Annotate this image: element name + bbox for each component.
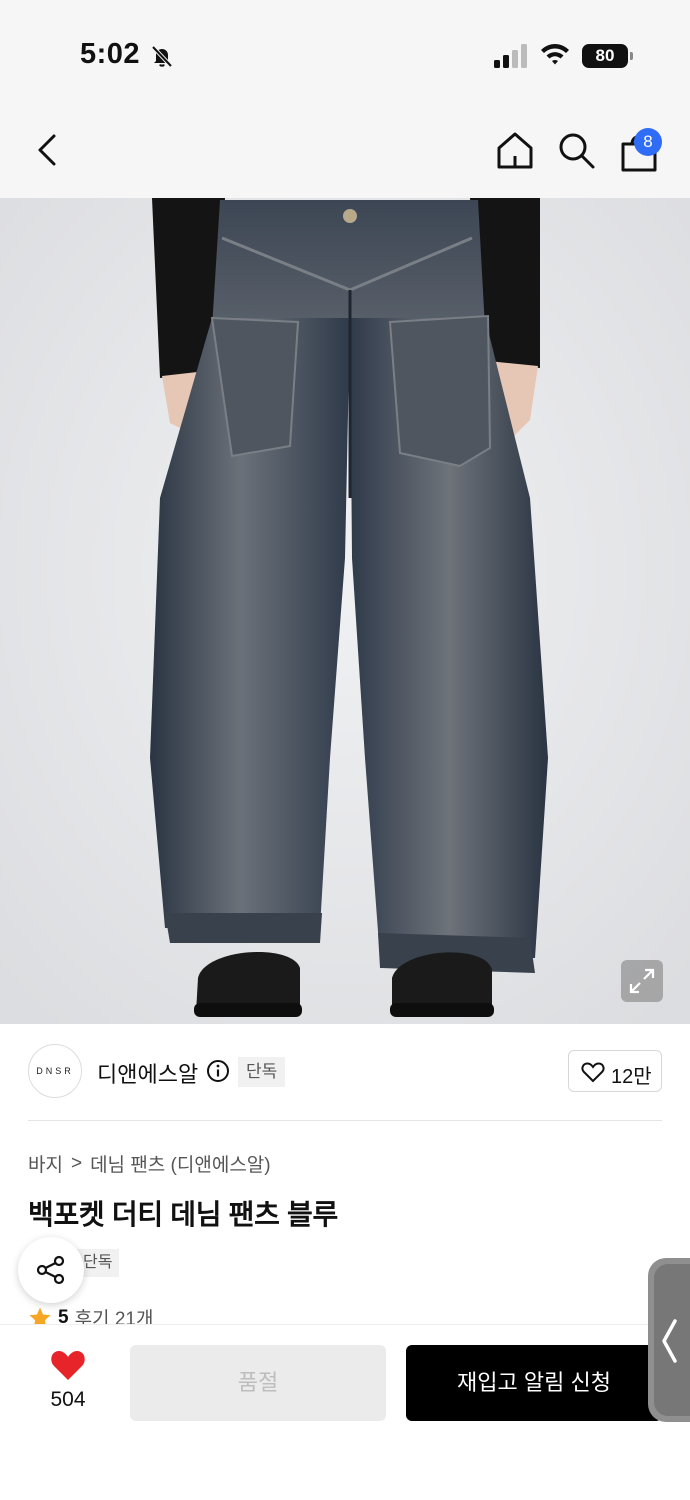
wifi-icon (541, 44, 569, 65)
brand-like-count: 12만 (611, 1066, 652, 1088)
chevron-left-icon (662, 1319, 677, 1363)
chevron-left-icon[interactable] (30, 132, 66, 168)
battery-indicator: 80 (582, 44, 633, 68)
search-icon[interactable] (556, 130, 596, 170)
brand-logo[interactable]: DNSR (28, 1044, 82, 1098)
bell-muted-icon (151, 45, 173, 68)
product-title: 백포켓 더티 데님 팬츠 블루 (28, 1199, 338, 1230)
breadcrumb: 바지 > 데님 팬츠 (디앤에스알) (28, 1150, 271, 1177)
divider (28, 1120, 662, 1121)
breadcrumb-category[interactable]: 바지 (28, 1150, 63, 1177)
status-time: 5:02 (80, 38, 141, 70)
heart-filled-icon[interactable] (50, 1348, 86, 1382)
expand-image-button[interactable] (621, 960, 663, 1002)
soldout-button: 품절 (130, 1345, 386, 1421)
exclusive-badge: 단독 (238, 1057, 286, 1087)
status-bar: 5:02 80 (0, 0, 690, 100)
top-nav (0, 100, 690, 198)
share-button[interactable] (18, 1237, 84, 1303)
side-panel-handle[interactable] (648, 1258, 690, 1422)
share-icon (36, 1255, 65, 1285)
wish-count: 504 (50, 1388, 86, 1411)
home-icon[interactable] (495, 130, 535, 170)
restock-alert-button[interactable]: 재입고 알림 신청 (406, 1345, 662, 1421)
product-photo (0, 198, 690, 1024)
product-image[interactable] (0, 198, 690, 1024)
brand-like-button[interactable]: 12만 (568, 1050, 662, 1092)
expand-icon (629, 968, 655, 994)
brand-name[interactable]: 디앤에스알 (97, 1057, 198, 1089)
heart-outline-icon (581, 1062, 605, 1083)
breadcrumb-subcategory[interactable]: 데님 팬츠 (디앤에스알) (90, 1150, 271, 1177)
cellular-signal-icon (494, 44, 527, 68)
breadcrumb-separator: > (70, 1152, 83, 1174)
info-icon[interactable] (206, 1059, 230, 1083)
cart-count-badge: 8 (634, 128, 662, 156)
